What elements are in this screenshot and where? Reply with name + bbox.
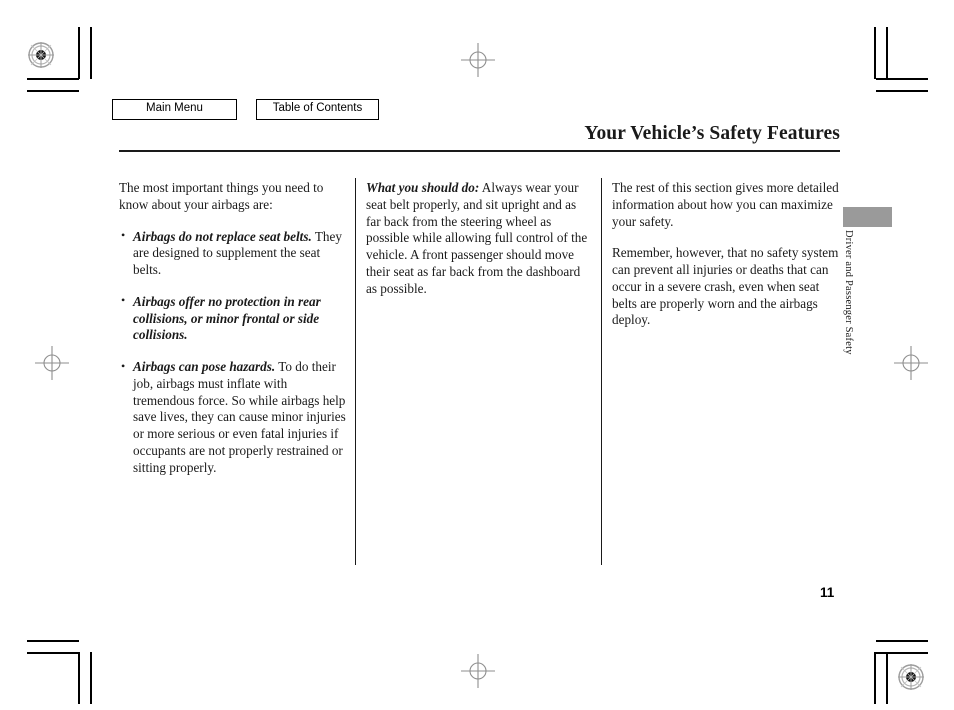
content-column-right: The rest of this section gives more deta… [612,180,840,329]
list-item-lead: Airbags can pose hazards. [133,359,276,375]
list-item-lead: Airbags do not replace seat belts. [133,228,312,244]
list-item-body: To do their job, airbags must inflate wi… [133,359,346,475]
list-item: • Airbags offer no protection in rear co… [119,293,347,344]
crop-mark-top-left-vertical [78,27,80,79]
list-item-lead: Airbags offer no protection in rear coll… [133,293,321,343]
column-divider-rule [601,178,603,565]
left-column-intro-paragraph: The most important things you need to kn… [119,180,324,212]
page-title: Your Vehicle’s Safety Features [584,123,840,144]
section-thumb-tab-label: Driver and Passenger Safety [843,230,854,355]
bullet-dot-icon: • [121,228,126,243]
crop-mark-bottom-left-vertical [78,652,80,704]
bullet-dot-icon: • [121,358,126,373]
crop-mark-bottom-right-outer-horizontal [876,640,928,642]
list-item: • Airbags do not replace seat belts. The… [119,228,347,279]
crop-mark-bottom-right-horizontal [876,652,928,654]
page-number: 11 [820,585,835,600]
table-of-contents-button[interactable]: Table of Contents [256,99,379,120]
middle-column-paragraph: What you should do: Always wear your sea… [366,180,592,297]
crop-mark-bottom-right-vertical [874,652,876,704]
crop-mark-top-left-horizontal [27,78,79,80]
list-item: • Airbags can pose hazards. To do their … [119,359,347,476]
crop-mark-bottom-left-horizontal [27,652,79,654]
main-menu-button[interactable]: Main Menu [112,99,237,120]
registration-crosshair-icon [35,346,69,380]
registration-rosette-icon [898,664,924,690]
crop-mark-top-right-outer-vertical [886,27,888,79]
crop-mark-bottom-left-outer-vertical [90,652,92,704]
crop-mark-top-right-horizontal [876,78,928,80]
column-divider-rule [355,178,357,565]
section-thumb-tab-marker [843,207,892,227]
registration-crosshair-icon [894,346,928,380]
document-navigation-bar: Main Menu Table of Contents [112,99,379,120]
bullet-dot-icon: • [121,293,126,308]
crop-mark-top-right-vertical [874,27,876,79]
registration-rosette-icon [28,42,54,68]
crop-mark-top-left-outer-horizontal [27,90,79,92]
crop-mark-top-right-outer-horizontal [876,90,928,92]
crop-mark-top-left-outer-vertical [90,27,92,79]
right-column-paragraph-1: The rest of this section gives more deta… [612,180,839,229]
registration-crosshair-icon [461,43,495,77]
crop-mark-bottom-left-outer-horizontal [27,640,79,642]
content-column-middle: What you should do: Always wear your sea… [366,180,592,297]
airbag-facts-list: • Airbags do not replace seat belts. The… [119,228,347,477]
registration-crosshair-icon [461,654,495,688]
content-column-left: The most important things you need to kn… [119,180,347,476]
middle-column-lead: What you should do: [366,180,480,195]
right-column-paragraph-2: Remember, however, that no safety system… [612,245,839,328]
crop-mark-bottom-right-outer-vertical [886,652,888,704]
middle-column-body: Always wear your seat belt properly, and… [366,180,588,296]
header-divider-rule [119,150,840,152]
